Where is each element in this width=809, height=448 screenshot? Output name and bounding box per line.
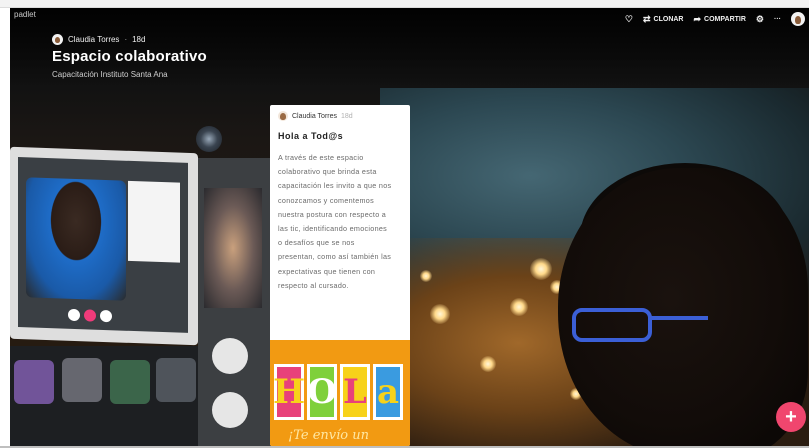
settings-button[interactable]: ⚙	[755, 13, 764, 24]
hola-letter: a	[373, 364, 403, 420]
glasses	[572, 308, 652, 342]
bokeh-light	[480, 356, 496, 372]
post-body-line: conozcamos y comentemos	[278, 195, 374, 205]
clone-icon: ⇄	[643, 13, 651, 24]
camera-icon	[100, 309, 112, 323]
post-body-line: las tic, identificando emociones	[278, 224, 388, 234]
post-body-line: presentan, como así también las	[278, 252, 392, 262]
padlet-board: padlet Claudia Torres · 18d Espacio cola…	[10, 8, 809, 446]
post-body: A través de este espacio colaborativo qu…	[278, 151, 404, 293]
monitor-middle	[198, 158, 270, 446]
bokeh-light	[510, 298, 528, 316]
post-author: Claudia Torres 18d	[278, 111, 353, 121]
post-author-avatar	[278, 111, 288, 121]
monitor-left	[10, 146, 198, 346]
hola-letter: L	[340, 364, 370, 420]
board-subtitle: Capacitación Instituto Santa Ana	[52, 70, 168, 79]
post-body-line: respecto al cursado.	[278, 280, 349, 290]
webcam	[196, 126, 222, 152]
heart-icon: ♡	[624, 13, 633, 24]
sticker	[14, 360, 54, 404]
hola-graphic: H O L a	[273, 364, 408, 424]
avatar-circle	[212, 338, 248, 374]
mic-icon	[68, 308, 80, 322]
author-avatar[interactable]	[52, 34, 63, 45]
board-age: 18d	[132, 35, 146, 44]
post-body-line: colaborativo que brinda esta	[278, 167, 377, 177]
add-post-button[interactable]: +	[776, 402, 806, 432]
monitor-screen	[18, 156, 188, 333]
hola-letter: O	[307, 364, 337, 420]
video-tile-person	[204, 188, 262, 308]
padlet-logo[interactable]: padlet	[14, 10, 36, 19]
post-image-caption: ¡Te envío un	[288, 428, 369, 443]
board-author: Claudia Torres · 18d	[52, 34, 145, 45]
browser-top-bar	[0, 0, 809, 8]
clone-label: CLONAR	[653, 15, 684, 23]
post-body-line: A través de este espacio	[278, 153, 364, 162]
share-label: COMPARTIR	[704, 15, 746, 23]
post-card[interactable]: Claudia Torres 18d Hola a Tod@s A través…	[270, 105, 410, 446]
post-author-name: Claudia Torres	[292, 112, 338, 120]
post-image[interactable]: H O L a ¡Te envío un	[270, 340, 410, 446]
bokeh-light	[430, 304, 450, 324]
separator-dot: ·	[124, 35, 128, 44]
like-button[interactable]: ♡	[624, 13, 633, 24]
user-avatar[interactable]	[791, 12, 805, 26]
clone-button[interactable]: ⇄ CLONAR	[643, 13, 684, 24]
bokeh-light	[530, 258, 552, 280]
board-title: Espacio colaborativo	[52, 48, 207, 65]
record-icon	[84, 309, 96, 322]
board-header: padlet Claudia Torres · 18d Espacio cola…	[10, 8, 809, 88]
call-controls	[68, 308, 158, 326]
board-toolbar: ♡ ⇄ CLONAR ➦ COMPARTIR ⚙ ···	[625, 12, 805, 26]
post-title: Hola a Tod@s	[278, 131, 344, 141]
post-body-line: o desafíos que se nos	[278, 238, 355, 248]
person-silhouette	[558, 168, 808, 446]
video-tile-person	[26, 177, 126, 301]
sticker-row	[10, 346, 198, 446]
share-icon: ➦	[693, 13, 702, 24]
post-age: 18d	[341, 112, 353, 120]
gear-icon: ⚙	[755, 13, 764, 24]
sticker	[156, 358, 196, 402]
sticker	[110, 360, 150, 404]
more-icon: ···	[774, 15, 781, 23]
glasses-arm	[648, 316, 708, 320]
author-name: Claudia Torres	[68, 35, 120, 44]
bokeh-light	[420, 270, 432, 282]
post-body-line: expectativas que tienen con	[278, 266, 376, 276]
avatar-circle	[212, 392, 248, 428]
share-button[interactable]: ➦ COMPARTIR	[693, 13, 746, 24]
sticker	[62, 358, 102, 402]
hola-letter: H	[273, 364, 305, 420]
post-body-line: nuestra postura con respecto a	[278, 209, 387, 219]
more-button[interactable]: ···	[774, 16, 781, 23]
video-side-panel	[128, 180, 180, 263]
post-body-line: capacitación les invito a que nos	[278, 181, 392, 191]
